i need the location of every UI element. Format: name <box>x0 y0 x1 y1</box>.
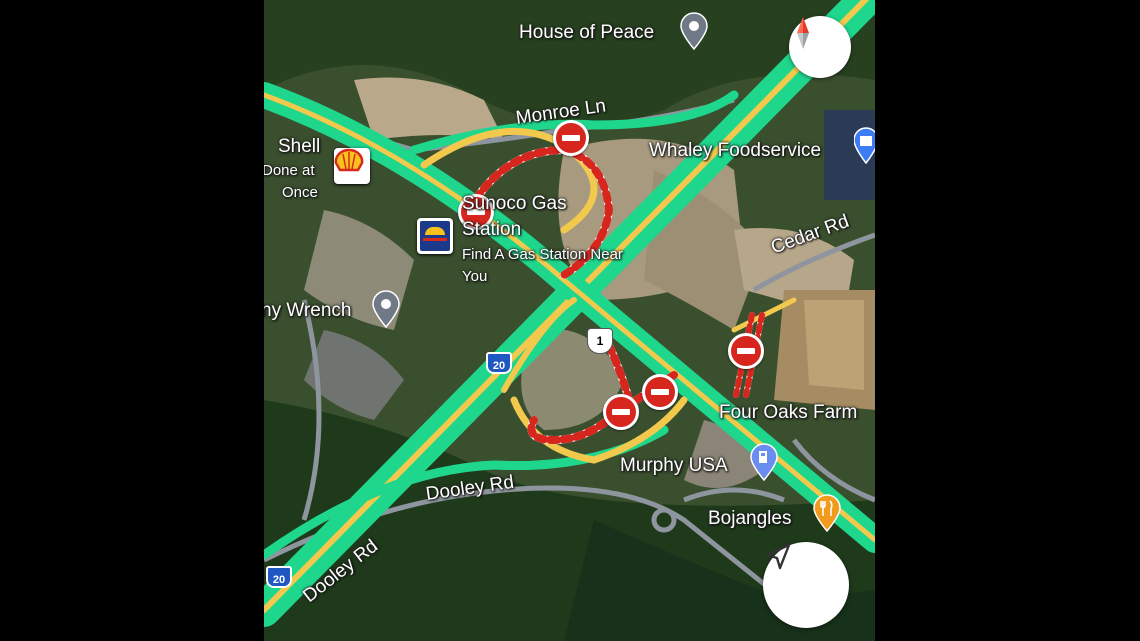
poi-label[interactable]: Four Oaks Farm <box>719 402 857 424</box>
road-closed-icon[interactable] <box>553 120 589 156</box>
interstate-shield: 20 <box>486 352 512 374</box>
compass-icon[interactable] <box>789 16 851 78</box>
navigation-arrow-icon[interactable] <box>763 542 849 628</box>
satellite-map[interactable]: 20 20 1 House of Peace Monroe Ln Shell D… <box>264 0 875 641</box>
poi-label[interactable]: Find A Gas Station Near <box>462 246 623 264</box>
poi-label[interactable]: You <box>462 268 487 286</box>
shell-logo[interactable] <box>334 148 370 184</box>
poi-label[interactable]: House of Peace <box>519 22 654 44</box>
poi-label[interactable]: ny Wrench <box>264 300 351 322</box>
poi-label[interactable]: Station <box>462 219 521 241</box>
poi-label[interactable]: Done at <box>264 162 315 180</box>
poi-label[interactable]: Whaley Foodservice <box>649 140 821 162</box>
poi-label[interactable]: Sunoco Gas <box>462 193 567 215</box>
road-closed-icon[interactable] <box>642 374 678 410</box>
road-closed-icon[interactable] <box>603 394 639 430</box>
poi-label[interactable]: Murphy USA <box>620 455 728 477</box>
interstate-shield: 20 <box>266 566 292 588</box>
poi-label[interactable]: Once <box>282 184 318 202</box>
road-closed-icon[interactable] <box>728 333 764 369</box>
poi-label[interactable]: Shell <box>278 136 320 158</box>
us-route-shield: 1 <box>587 328 613 354</box>
poi-label[interactable]: Bojangles <box>708 508 791 530</box>
sunoco-logo[interactable] <box>417 218 453 254</box>
